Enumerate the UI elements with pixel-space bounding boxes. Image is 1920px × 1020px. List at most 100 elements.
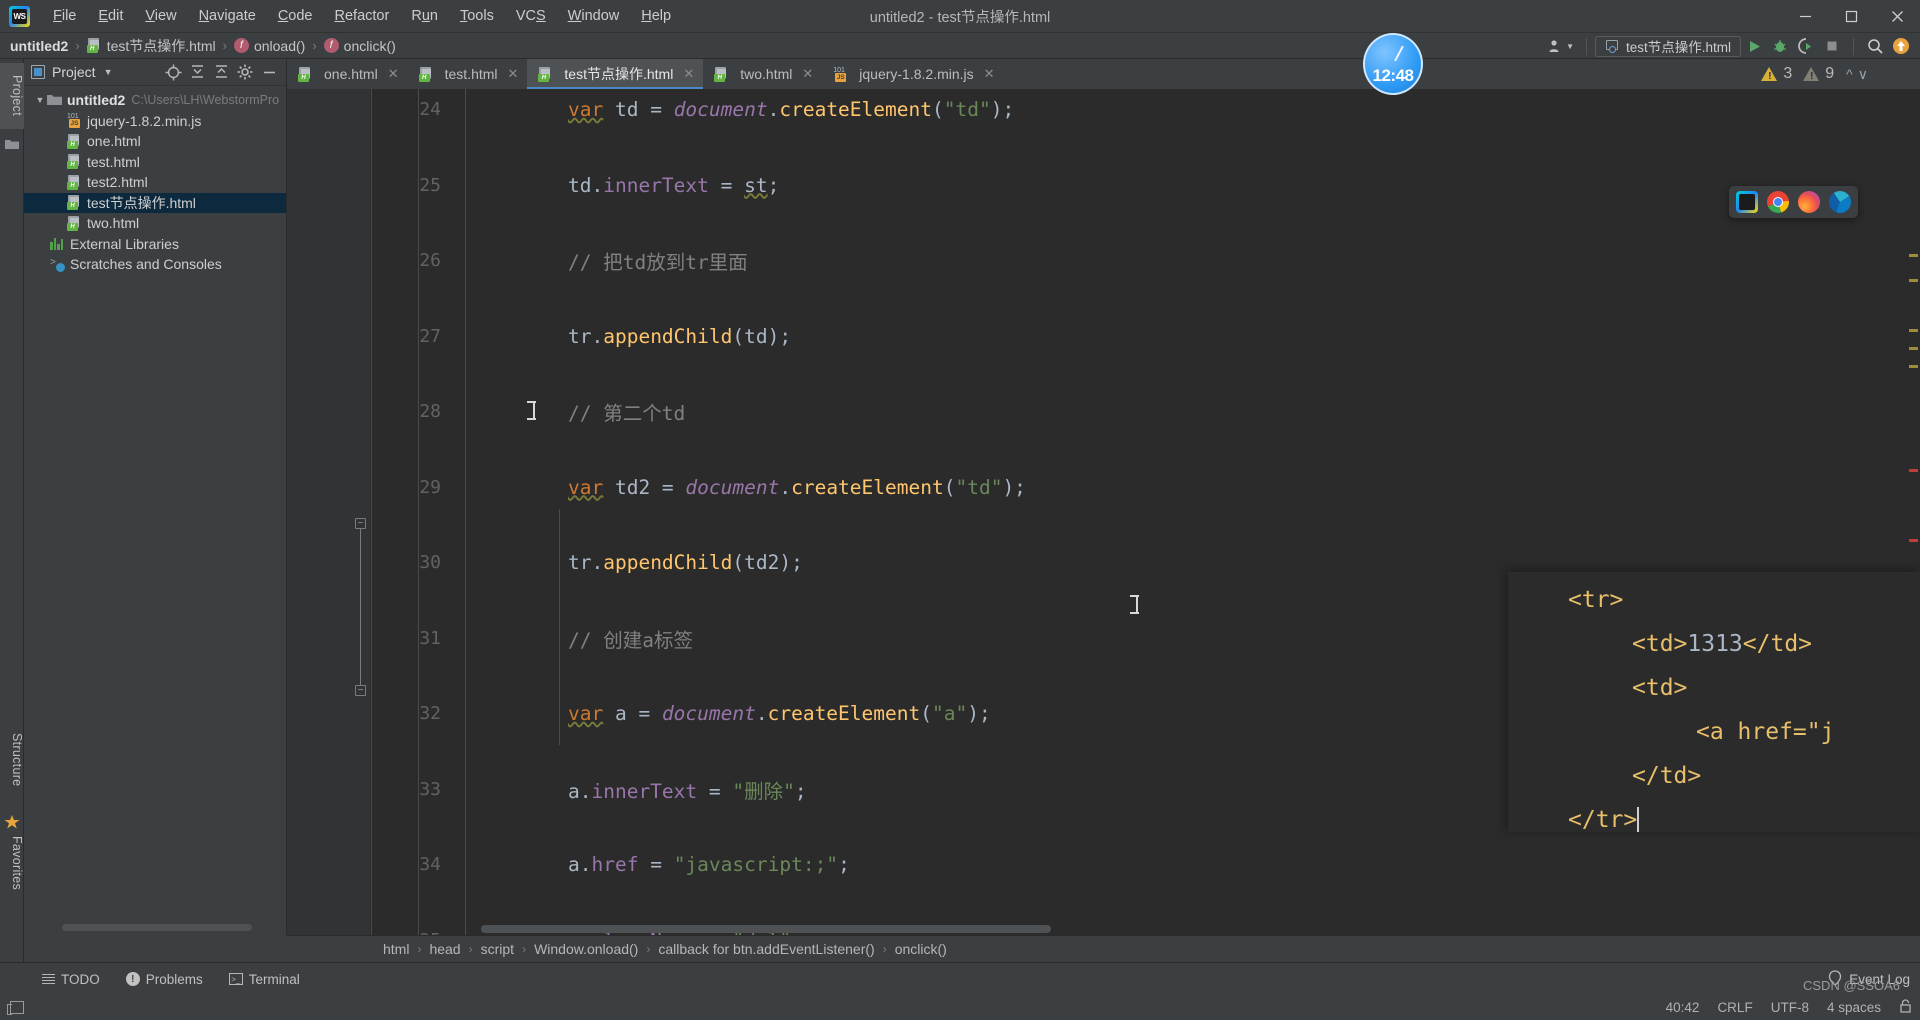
chrome-icon[interactable] xyxy=(1767,191,1789,213)
editor-horizontal-scrollbar[interactable] xyxy=(481,925,1051,933)
marker-warning[interactable] xyxy=(1909,347,1918,350)
run-button[interactable] xyxy=(1741,35,1767,57)
close-icon[interactable] xyxy=(1874,0,1920,33)
menu-item-run[interactable]: Run xyxy=(401,5,448,27)
scroll-from-source-icon[interactable] xyxy=(162,61,184,83)
tree-node-external-libraries[interactable]: External Libraries xyxy=(24,234,286,255)
firefox-icon[interactable] xyxy=(1798,191,1820,213)
html-preview-panel[interactable]: <tr> <td> 1313 </td> <td> <a href="j </td>… xyxy=(1508,572,1920,832)
chevron-up-icon[interactable]: ^ xyxy=(1846,66,1853,82)
chevron-down-icon[interactable]: ▼ xyxy=(33,95,47,105)
breadcrumb-onload[interactable]: f onload() xyxy=(233,38,305,54)
editor-tab-test-jiedian-html[interactable]: H test节点操作.html ✕ xyxy=(527,59,704,89)
menu-item-window[interactable]: Window xyxy=(558,5,630,27)
lock-icon[interactable] xyxy=(1899,999,1912,1016)
menu-item-tools[interactable]: Tools xyxy=(450,5,504,27)
code-line[interactable]: 34 a.href = "javascript:;"; xyxy=(371,844,1920,886)
close-icon[interactable]: ✕ xyxy=(508,66,519,82)
editor-tab-one-html[interactable]: H one.html ✕ xyxy=(287,59,408,89)
close-icon[interactable]: ✕ xyxy=(984,66,995,82)
bottom-breadcrumb-onload[interactable]: Window.onload() xyxy=(534,941,638,957)
tree-node-jquery[interactable]: 101 JS jquery-1.8.2.min.js xyxy=(24,111,286,132)
line-number: 33 xyxy=(419,778,441,800)
fold-collapse-icon[interactable]: − xyxy=(355,518,366,529)
marker-warning[interactable] xyxy=(1909,329,1918,332)
indent-setting[interactable]: 4 spaces xyxy=(1827,1000,1881,1015)
run-configuration-selector[interactable]: test节点操作.html xyxy=(1594,35,1741,57)
tree-node-test-jiedian-html[interactable]: H test节点操作.html xyxy=(24,192,286,213)
collapse-all-icon[interactable] xyxy=(210,61,232,83)
file-encoding[interactable]: UTF-8 xyxy=(1771,1000,1809,1015)
editor-tab-test-html[interactable]: H test.html ✕ xyxy=(408,59,528,89)
webstorm-icon[interactable] xyxy=(1736,191,1758,213)
bottom-breadcrumb-script[interactable]: script xyxy=(481,941,514,957)
close-icon[interactable]: ✕ xyxy=(802,66,813,82)
tree-node-two-html[interactable]: H two.html xyxy=(24,213,286,234)
marker-warning[interactable] xyxy=(1909,365,1918,368)
star-icon[interactable] xyxy=(4,814,20,830)
close-icon[interactable]: ✕ xyxy=(683,66,694,82)
user-account-icon[interactable]: ▼ xyxy=(1543,38,1578,54)
chevron-down-icon[interactable]: ▼ xyxy=(104,67,113,77)
chevron-down-icon[interactable]: ∨ xyxy=(1858,66,1868,83)
marker-warning[interactable] xyxy=(1909,254,1918,257)
code-line[interactable]: 27 tr.appendChild(td); xyxy=(371,316,1920,358)
close-icon[interactable]: ✕ xyxy=(388,66,399,82)
expand-all-icon[interactable] xyxy=(186,61,208,83)
tree-node-test2-html[interactable]: H test2.html xyxy=(24,172,286,193)
tree-node-one-html[interactable]: H one.html xyxy=(24,131,286,152)
fold-end-icon[interactable]: − xyxy=(355,685,366,696)
sidebar-item-favorites[interactable]: Favorites xyxy=(0,819,24,907)
stop-button[interactable] xyxy=(1819,35,1845,57)
menu-item-refactor[interactable]: Refactor xyxy=(325,5,400,27)
code-line[interactable]: 26 // 把td放到tr里面 xyxy=(371,240,1920,282)
sidebar-item-structure[interactable]: Structure xyxy=(0,719,24,801)
code-line[interactable]: 28 // 第二个td xyxy=(371,391,1920,433)
editor-tab-two-html[interactable]: H two.html ✕ xyxy=(703,59,822,89)
marker-error[interactable] xyxy=(1909,469,1918,472)
caret-position[interactable]: 40:42 xyxy=(1666,1000,1700,1015)
tree-node-scratches-consoles[interactable]: >_ Scratches and Consoles xyxy=(24,254,286,275)
debug-button[interactable] xyxy=(1767,35,1793,57)
menu-item-view[interactable]: View xyxy=(135,5,186,27)
breadcrumb-project[interactable]: untitled2 xyxy=(10,38,68,54)
code-line[interactable]: 24 var td = document.createElement("td")… xyxy=(371,89,1920,131)
search-icon[interactable] xyxy=(1862,35,1888,57)
edge-icon[interactable] xyxy=(1829,191,1851,213)
tree-node-untitled2[interactable]: ▼ untitled2 C:\Users\LH\WebstormPro xyxy=(24,90,286,111)
bottom-breadcrumb-html[interactable]: html xyxy=(383,941,409,957)
maximize-icon[interactable] xyxy=(1828,0,1874,33)
run-coverage-button[interactable] xyxy=(1793,35,1819,57)
tool-button-todo[interactable]: TODO xyxy=(42,972,100,987)
marker-error[interactable] xyxy=(1909,539,1918,542)
line-separator[interactable]: CRLF xyxy=(1717,1000,1752,1015)
code-line[interactable]: 29 var td2 = document.createElement("td"… xyxy=(371,467,1920,509)
menu-item-vcs[interactable]: VCS xyxy=(506,5,556,27)
code-line[interactable]: 25 td.innerText = st; xyxy=(371,165,1920,207)
project-horizontal-scrollbar[interactable] xyxy=(62,924,252,931)
menu-item-edit[interactable]: Edit xyxy=(88,5,133,27)
marker-warning[interactable] xyxy=(1909,279,1918,282)
tree-node-test-html[interactable]: H test.html xyxy=(24,152,286,173)
tool-button-problems[interactable]: ! Problems xyxy=(125,972,203,987)
folder-strip-icon[interactable] xyxy=(5,137,19,151)
gear-icon[interactable] xyxy=(234,61,256,83)
bottom-breadcrumb-head[interactable]: head xyxy=(429,941,460,957)
minimize-icon[interactable] xyxy=(1782,0,1828,33)
bottom-breadcrumb-onclick[interactable]: onclick() xyxy=(895,941,947,957)
hide-panel-icon[interactable] xyxy=(258,61,280,83)
menu-item-file[interactable]: File xyxy=(43,5,86,27)
tool-button-terminal[interactable]: >_ Terminal xyxy=(228,972,300,987)
menu-item-navigate[interactable]: Navigate xyxy=(189,5,266,27)
update-icon[interactable] xyxy=(1888,35,1914,57)
breadcrumb-file[interactable]: H test节点操作.html xyxy=(86,36,216,56)
breadcrumb-onclick[interactable]: f onclick() xyxy=(323,38,396,54)
editor-tab-jquery-js[interactable]: 101 JS jquery-1.8.2.min.js ✕ xyxy=(822,59,1003,89)
layout-toggle-icon[interactable] xyxy=(7,1001,24,1015)
menu-item-code[interactable]: Code xyxy=(268,5,323,27)
inspection-widget[interactable]: ! 3 ! 9 ^ ∨ xyxy=(1761,65,1868,83)
sidebar-item-project[interactable]: Project xyxy=(0,63,24,129)
menu-item-help[interactable]: Help xyxy=(631,5,681,27)
bottom-breadcrumb-callback[interactable]: callback for btn.addEventListener() xyxy=(658,941,874,957)
code-folding-gutter[interactable]: − − xyxy=(355,89,371,935)
